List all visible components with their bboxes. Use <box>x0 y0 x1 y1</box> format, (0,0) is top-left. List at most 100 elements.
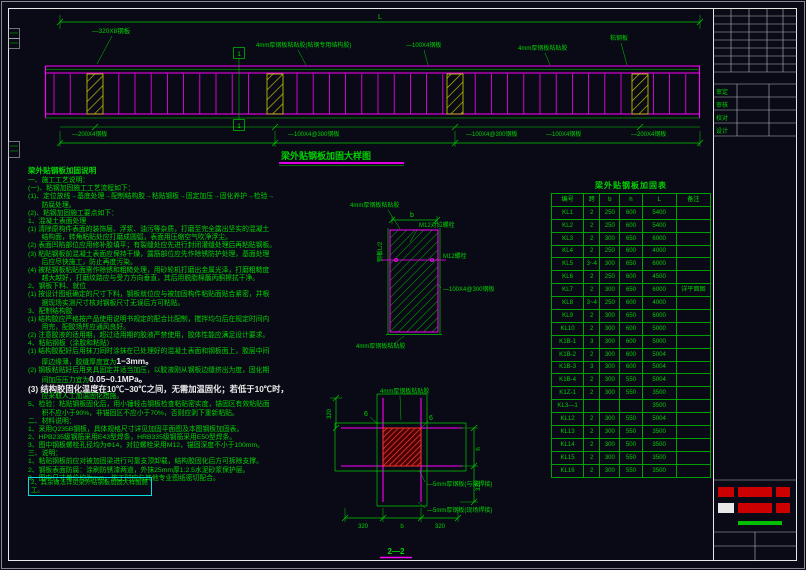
dim-label-L: L <box>378 14 382 21</box>
table-cell: 详平面图 <box>676 284 710 297</box>
note-line: (2) 表面凹陷部位应用修补胶填平；有裂缝处应先进行封闭灌缝处理后再粘贴钢板。 <box>28 242 328 250</box>
table-cell: 250 <box>600 245 620 258</box>
section-marker-1: 1 <box>237 123 241 130</box>
table-title: 梁外贴钢板加固表 <box>551 180 711 191</box>
table-cell: 600 <box>620 245 642 258</box>
table-cell: 550 <box>620 387 642 400</box>
table-cell <box>676 219 710 232</box>
table-cell: 3500 <box>642 451 676 464</box>
table-cell: KL13 <box>552 426 584 439</box>
table-cell <box>676 348 710 361</box>
table-cell: 5400 <box>642 219 676 232</box>
table-cell: 5004 <box>642 374 676 387</box>
table-cell <box>676 335 710 348</box>
table-row: KL122506005400 <box>552 206 711 219</box>
table-cell: 250 <box>600 297 620 310</box>
note-line: (2) 钢板粘贴好后用夹具固定并适当加压，以胶液刚从钢板边缝挤出为度，固化期 <box>28 367 328 375</box>
table-header-cell: h <box>620 194 642 207</box>
table-cell: 2 <box>584 464 600 477</box>
table-cell: 300 <box>600 361 620 374</box>
plate-length-label: 钢板L/2 <box>376 241 384 262</box>
weld-mark: 6 <box>364 411 368 418</box>
note-line: (1) 按设计图纸确定的尺寸下料，钢板就位应与被加固构件粘贴面贴合紧密，并根 <box>28 291 328 299</box>
cad-drawing-canvas: L —320X8钢板 1 1 4mm厚钢板粘贴胶(粘钢专用结构胶) —100X4… <box>0 0 806 570</box>
table-cell: 2 <box>584 374 600 387</box>
weld-mark: 6 <box>429 415 433 422</box>
bottom-plate-label: —200X4钢板 <box>72 130 107 138</box>
table-cell: K1Z-1 <box>552 387 584 400</box>
table-cell: KL6 <box>552 271 584 284</box>
table-cell <box>676 232 710 245</box>
table-header-cell: L <box>642 194 676 207</box>
table-cell: 3500 <box>642 464 676 477</box>
table-cell: 2 <box>584 438 600 451</box>
plan-title: 2—2 <box>388 547 405 556</box>
note-line: 1、采用Q235B钢板，具体规格尺寸详见加固平面图及本图钢板加固表。 <box>28 426 328 434</box>
table-cell: 300 <box>600 464 620 477</box>
column-hatch <box>632 74 648 114</box>
note-line: 厚边缘薄，胶缝厚度宜为1−3mm。 <box>28 357 328 367</box>
table-cell: 550 <box>620 413 642 426</box>
table-cell: 300 <box>600 322 620 335</box>
table-row: KL422506004000 <box>552 245 711 258</box>
table-cell: 2 <box>584 310 600 323</box>
table-cell: 300 <box>600 335 620 348</box>
table-cell: 6000 <box>642 310 676 323</box>
note-line: (2)、粘钢加固施工要点如下： <box>28 210 328 218</box>
note-line: 3、图中钢板螺栓孔径均为Ф14，对拉螺栓采用M12，锚固深度不小于100mm。 <box>28 442 328 450</box>
table-header-row: 编号跨bhL备注 <box>552 194 711 207</box>
table-cell: 300 <box>600 258 620 271</box>
table-cell <box>676 322 710 335</box>
table-cell: 5400 <box>642 206 676 219</box>
table-cell: 4000 <box>642 297 676 310</box>
table-cell: 300 <box>600 413 620 426</box>
table-cell: 250 <box>600 219 620 232</box>
plate-weld-label-1: —5mm厚钢板(与梁焊接) <box>427 480 492 488</box>
elevation-title: 梁外贴钢板加固大样图 <box>280 150 371 161</box>
table-cell: KL8 <box>552 297 584 310</box>
table-cell: 550 <box>620 426 642 439</box>
table-cell <box>676 245 710 258</box>
table-cell <box>676 271 710 284</box>
note-line: 2、钢板表面防腐：涂刷防锈漆两道，外抹25mm厚1:2.5水泥砂浆保护层。 <box>28 467 328 475</box>
plate-label: 粘钢板 <box>610 34 628 42</box>
dim-320: 320 <box>358 524 369 530</box>
table-row: KL1623005503500 <box>552 464 711 477</box>
bottom-plate-label: —100X4@300钢板 <box>288 130 339 138</box>
column-hatch <box>87 74 103 114</box>
table-row: KL622506004500 <box>552 271 711 284</box>
table-row: KL1423005003500 <box>552 438 711 451</box>
table-cell <box>676 426 710 439</box>
beam-elevation: L —320X8钢板 1 1 4mm厚钢板粘贴胶(粘钢专用结构胶) —100X4… <box>45 14 703 166</box>
margin-tick-box <box>9 142 20 158</box>
table-cell <box>676 361 710 374</box>
table-cell: 600 <box>620 348 642 361</box>
table-row: KL323006506000 <box>552 232 711 245</box>
table-cell <box>676 451 710 464</box>
table-row: KL1223005505004 <box>552 413 711 426</box>
highlighted-note-box[interactable]: 2、其余做法详见梁外贴钢板加固大样图施工。 <box>28 477 152 496</box>
table-header-cell: 跨 <box>584 194 600 207</box>
table-cell: 5004 <box>642 348 676 361</box>
table-cell: 600 <box>620 297 642 310</box>
table-row: KL83~42506004000 <box>552 297 711 310</box>
glue-label-top: 4mm厚钢板粘贴胶 <box>350 201 399 209</box>
note-line: (3) 结构胶固化温度在10℃~30℃之间，无需加温固化；若低于10℃时， <box>28 385 328 393</box>
notes-lines: 一、施工工艺说明：(一)、粘钢加固施工工艺流程如下：(1)、定位放线→基底处理→… <box>28 177 328 483</box>
table-cell: 550 <box>620 464 642 477</box>
note-line: (1) 结构胶配好后用抹刀同时涂抹在已处理好的混凝土表面和钢板面上，胶层中间 <box>28 348 328 356</box>
notes-title: 梁外贴钢板加固说明 <box>28 167 328 175</box>
table-cell: 2 <box>584 245 600 258</box>
table-cell: 650 <box>620 284 642 297</box>
table-cell <box>676 206 710 219</box>
table-cell: 2 <box>584 219 600 232</box>
table-row: KL1523005503500 <box>552 451 711 464</box>
construction-notes: 梁外贴钢板加固说明 一、施工工艺说明：(一)、粘钢加固施工工艺流程如下：(1)、… <box>28 167 328 483</box>
table-cell: 600 <box>620 322 642 335</box>
table-cell: 3500 <box>642 426 676 439</box>
table-header-cell: b <box>600 194 620 207</box>
table-cell: 3500 <box>642 400 676 413</box>
bottom-plate-label: —100X4钢板 <box>546 130 581 138</box>
table-row: K1B-133006005000 <box>552 335 711 348</box>
table-cell <box>620 400 642 413</box>
